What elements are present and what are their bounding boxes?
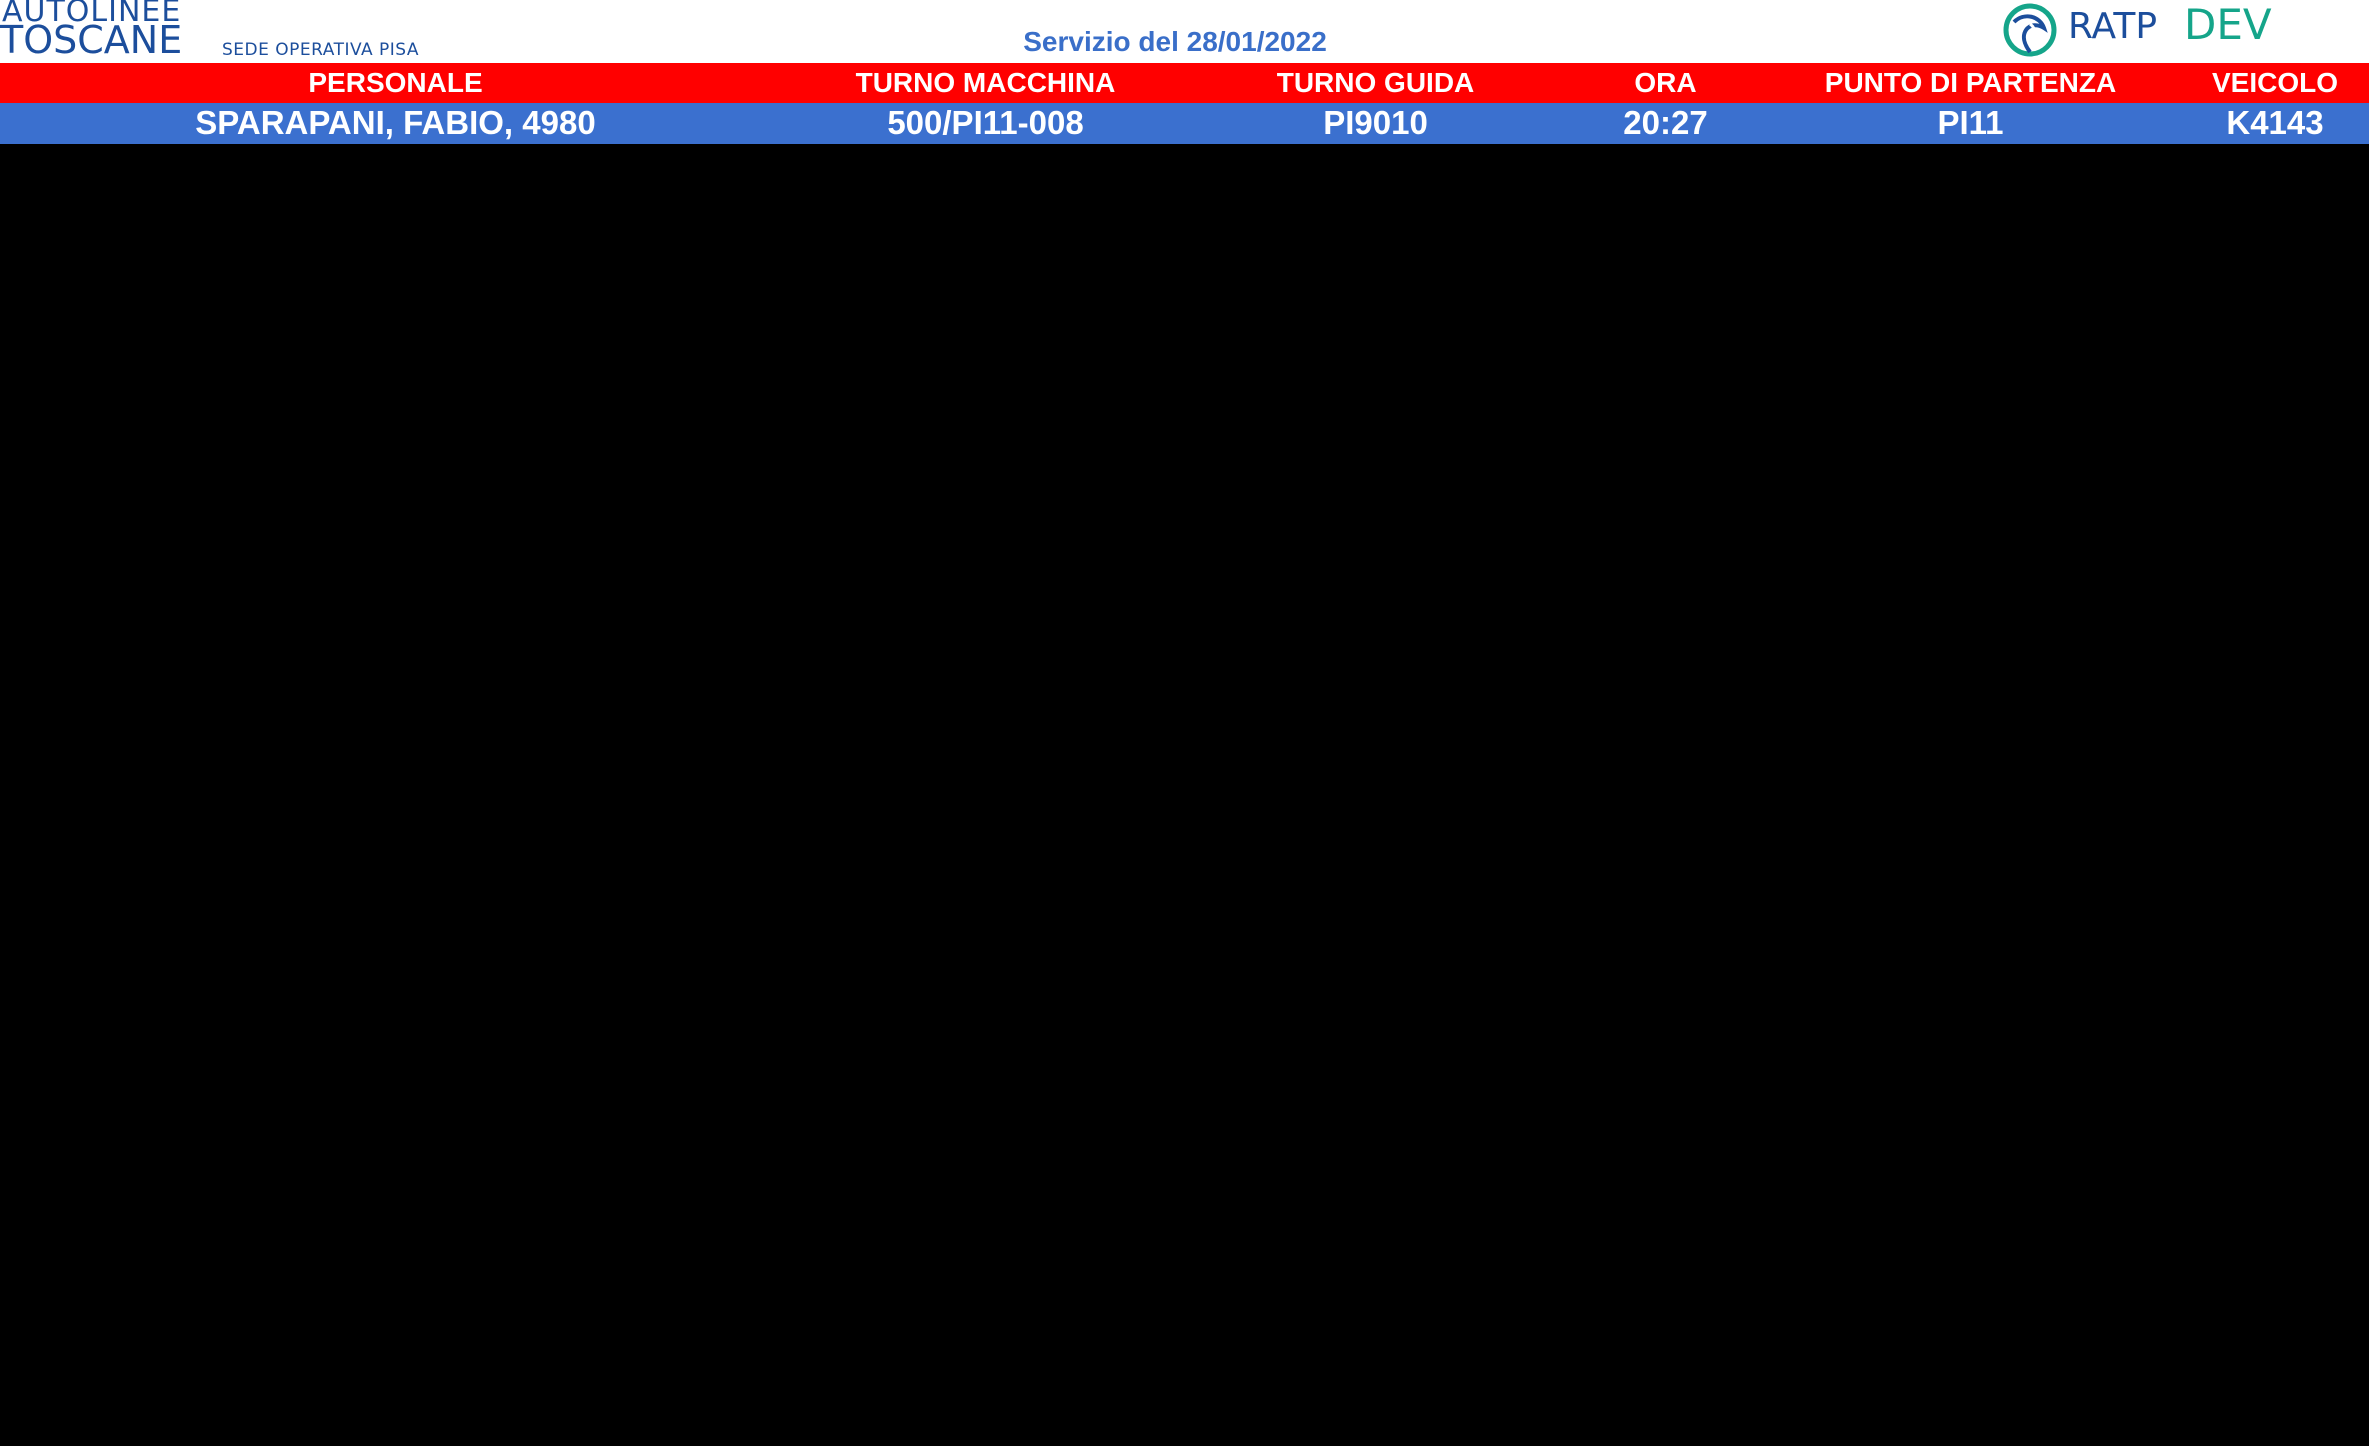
partner-ratp-text: RATP — [2068, 6, 2158, 47]
column-header-turno-guida: TURNO GUIDA — [1180, 63, 1571, 103]
brand-logo: AUTOLINEE TOSCANE SEDE OPERATIVA PISA — [0, 0, 460, 63]
column-header-punto-di-partenza: PUNTO DI PARTENZA — [1760, 63, 2181, 103]
column-header-veicolo: VEICOLO — [2180, 63, 2369, 103]
table-row: SPARAPANI, FABIO, 4980 500/PI11-008 PI90… — [0, 102, 2369, 144]
partner-logo: RATP DEV — [2000, 0, 2300, 63]
partner-dev-text: DEV — [2184, 0, 2272, 49]
cell-ora: 20:27 — [1570, 102, 1761, 144]
brand-name-line2: TOSCANE — [0, 18, 183, 62]
table-header-row: PERSONALE TURNO MACCHINA TURNO GUIDA ORA… — [0, 63, 2369, 103]
cell-punto-di-partenza: PI11 — [1760, 102, 2181, 144]
ratp-swirl-icon — [2003, 3, 2057, 57]
cell-turno-macchina: 500/PI11-008 — [790, 102, 1181, 144]
service-date-title: Servizio del 28/01/2022 — [1023, 26, 1327, 57]
cell-veicolo: K4143 — [2180, 102, 2369, 144]
brand-subtitle: SEDE OPERATIVA PISA — [222, 40, 420, 60]
header-bar: AUTOLINEE TOSCANE SEDE OPERATIVA PISA Se… — [0, 0, 2369, 63]
page: AUTOLINEE TOSCANE SEDE OPERATIVA PISA Se… — [0, 0, 2369, 1446]
cell-turno-guida: PI9010 — [1180, 102, 1571, 144]
column-header-personale: PERSONALE — [0, 63, 791, 103]
column-header-ora: ORA — [1570, 63, 1761, 103]
shift-table: PERSONALE TURNO MACCHINA TURNO GUIDA ORA… — [0, 63, 2369, 144]
cell-personale: SPARAPANI, FABIO, 4980 — [0, 102, 791, 144]
column-header-turno-macchina: TURNO MACCHINA — [790, 63, 1181, 103]
